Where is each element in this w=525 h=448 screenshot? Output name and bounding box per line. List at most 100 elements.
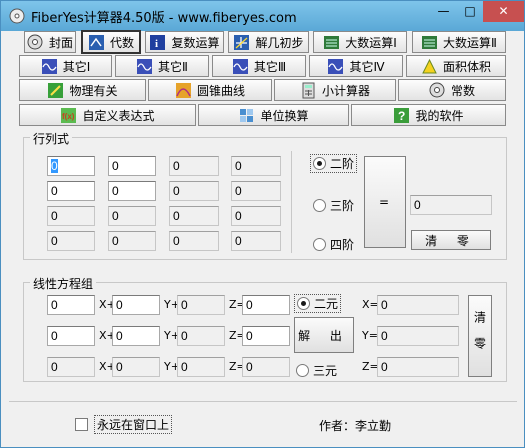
tab-label: 代数 [109,35,134,50]
radio-dot [296,364,309,377]
tab-bignum-1[interactable]: 大数运算Ⅰ [313,31,407,53]
radio-dot [313,199,326,212]
tab-physics[interactable]: 物理有关 [19,79,146,101]
det-cell-3-4[interactable]: 0 [231,206,281,226]
lin-order-2-radio[interactable]: 二元 [294,294,342,313]
tab-area-volume[interactable]: 面积体积 [406,55,506,77]
tab-other-3[interactable]: 其它Ⅲ [212,55,306,77]
tab-mini-calculator[interactable]: 小计算器 [274,79,396,101]
lin-order-3-radio[interactable]: 三元 [296,362,337,379]
author-label: 作者：李立勤 [319,419,392,433]
solve-button[interactable]: 解 出 [294,317,354,353]
det-cell-3-3[interactable]: 0 [169,206,219,226]
tab-complex[interactable]: i 复数运算 [145,31,224,53]
det-result-field[interactable]: 0 [410,195,492,215]
det-cell-2-3[interactable]: 0 [169,181,219,201]
tab-other-4[interactable]: 其它Ⅳ [309,55,403,77]
det-cell-4-3[interactable]: 0 [169,231,219,251]
tab-custom-expression[interactable]: f(x) 自定义表达式 [19,104,196,126]
det-equals-button[interactable]: = [364,156,406,248]
tab-conic[interactable]: 圆锥曲线 [148,79,272,101]
tab-label: 单位换算 [260,108,309,123]
close-button[interactable]: ✕ [483,1,524,22]
lin-r3-y[interactable]: 0 [112,357,160,377]
z-result-field[interactable]: 0 [377,357,459,377]
tab-label: 物理有关 [69,83,118,98]
det-cell-2-1[interactable]: 0 [47,181,95,201]
always-on-top-checkbox[interactable]: 永远在窗口上 [75,415,173,434]
lin-r3-x[interactable]: 0 [47,357,95,377]
tab-algebra[interactable]: 代数 [81,30,141,54]
wave-icon [327,58,344,75]
lin-r3-z[interactable]: 0 [177,357,225,377]
x-result-field[interactable]: 0 [377,295,459,315]
tab-label: 其它Ⅱ [158,59,188,74]
info-icon: i [149,34,166,51]
linear-clear-button[interactable]: 清零 [468,295,492,377]
lin-r1-y[interactable]: 0 [112,295,160,315]
title-bar[interactable]: FiberYes计算器4.50版 - www.fiberyes.com — □ … [1,1,524,31]
window-title: FiberYes计算器4.50版 - www.fiberyes.com [31,11,297,26]
determinant-title: 行列式 [30,130,73,147]
tab-label: 我的软件 [415,108,464,123]
det-clear-button[interactable]: 清 零 [411,230,491,250]
tab-constants[interactable]: 常数 [398,79,506,101]
det-cell-4-4[interactable]: 0 [231,231,281,251]
conic-icon [175,82,192,99]
tab-label: 其它Ⅰ [62,59,91,74]
tab-label: 圆锥曲线 [196,83,245,98]
det-order-4-radio[interactable]: 四阶 [313,236,354,253]
det-cell-1-1[interactable]: 0 [47,156,95,176]
tab-my-software[interactable]: ? 我的软件 [351,104,506,126]
tab-label: 面积体积 [442,59,491,74]
det-cell-2-4[interactable]: 0 [231,181,281,201]
radio-dot [313,157,326,170]
lin-r3-const[interactable]: 0 [242,357,290,377]
tab-label: 小计算器 [321,83,370,98]
radio-dot [297,297,310,310]
wave-icon [136,58,153,75]
det-cell-1-3[interactable]: 0 [169,156,219,176]
lin-r1-x[interactable]: 0 [47,295,95,315]
lin-r2-y[interactable]: 0 [112,326,160,346]
tab-unit-conversion[interactable]: 单位换算 [198,104,349,126]
tab-label: 复数运算 [171,35,220,50]
det-divider [291,151,292,253]
lin-r2-const[interactable]: 0 [242,326,290,346]
tab-label: 大数运算Ⅱ [443,35,497,50]
wave-icon [232,58,249,75]
tab-analytic-geometry[interactable]: 解几初步 [228,31,309,53]
bignum-icon [323,34,340,51]
lin-r2-z[interactable]: 0 [177,326,225,346]
tab-label: 自定义表达式 [82,108,155,123]
tab-label: 其它Ⅲ [253,59,287,74]
y-result-field[interactable]: 0 [377,326,459,346]
tab-other-1[interactable]: 其它Ⅰ [19,55,112,77]
det-cell-3-2[interactable]: 0 [108,206,156,226]
det-cell-4-1[interactable]: 0 [47,231,95,251]
tab-other-2[interactable]: 其它Ⅱ [115,55,209,77]
app-disc-icon [9,8,25,24]
tab-bignum-2[interactable]: 大数运算Ⅱ [412,31,506,53]
det-cell-2-2[interactable]: 0 [108,181,156,201]
lin-r2-x[interactable]: 0 [47,326,95,346]
tab-label: 其它Ⅳ [349,59,385,74]
maximize-button[interactable]: □ [457,1,483,22]
det-order-2-radio[interactable]: 二阶 [310,154,358,173]
app-window: FiberYes计算器4.50版 - www.fiberyes.com — □ … [0,0,525,448]
wave-icon [41,58,58,75]
units-icon [238,107,255,124]
calculator-icon [300,82,317,99]
lin-r1-const[interactable]: 0 [242,295,290,315]
det-cell-1-4[interactable]: 0 [231,156,281,176]
svg-text:i: i [155,38,158,50]
det-order-3-radio[interactable]: 三阶 [313,197,354,214]
det-cell-3-1[interactable]: 0 [47,206,95,226]
tab-cover[interactable]: 封面 [24,31,76,53]
minimize-button[interactable]: — [430,1,457,22]
det-cell-4-2[interactable]: 0 [108,231,156,251]
lin-r1-z[interactable]: 0 [177,295,225,315]
disc-icon [429,82,446,99]
fx-icon: f(x) [60,107,77,124]
det-cell-1-2[interactable]: 0 [108,156,156,176]
